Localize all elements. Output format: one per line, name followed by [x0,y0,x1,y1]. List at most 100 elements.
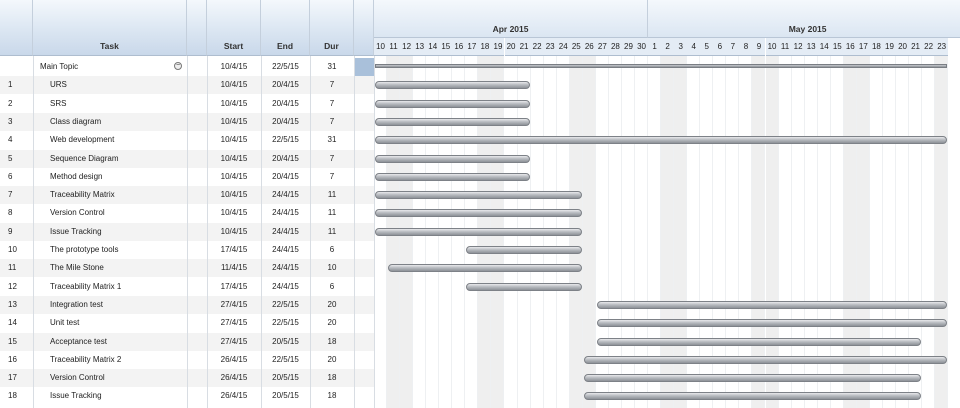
task-start[interactable]: 26/4/15 [207,387,261,405]
task-name[interactable]: Sequence Diagram [50,150,180,168]
task-start[interactable]: 17/4/15 [207,278,261,296]
task-bar[interactable] [596,319,948,328]
task-end[interactable]: 20/5/15 [261,387,310,405]
task-start[interactable]: 17/4/15 [207,241,261,259]
task-end[interactable]: 20/4/15 [261,76,310,94]
task-name[interactable]: Traceability Matrix 2 [50,351,180,369]
task-name[interactable]: Integration test [50,296,180,314]
task-name[interactable]: Issue Tracking [50,223,180,241]
task-bar[interactable] [375,136,948,145]
task-start[interactable]: 10/4/15 [207,95,261,113]
task-start[interactable]: 26/4/15 [207,351,261,369]
task-start[interactable]: 27/4/15 [207,333,261,351]
task-name[interactable]: Main Topic [40,58,170,76]
task-bar[interactable] [375,209,582,218]
task-end[interactable]: 24/4/15 [261,223,310,241]
task-bar[interactable] [583,355,948,364]
task-end[interactable]: 20/5/15 [261,333,310,351]
task-duration[interactable]: 11 [310,223,354,241]
task-duration[interactable]: 6 [310,278,354,296]
task-start[interactable]: 10/4/15 [207,131,261,149]
end-column-header[interactable]: End [261,0,310,56]
task-duration[interactable]: 20 [310,351,354,369]
task-duration[interactable]: 7 [310,113,354,131]
task-name[interactable]: URS [50,76,180,94]
task-name[interactable]: SRS [50,95,180,113]
task-bar[interactable] [375,81,530,90]
summary-bar[interactable] [375,64,948,68]
task-bar[interactable] [375,117,530,126]
start-column-header[interactable]: Start [207,0,261,56]
task-name[interactable]: Method design [50,168,180,186]
task-start[interactable]: 11/4/15 [207,259,261,277]
task-duration[interactable]: 10 [310,259,354,277]
task-start[interactable]: 10/4/15 [207,223,261,241]
task-duration[interactable]: 7 [310,95,354,113]
task-end[interactable]: 24/4/15 [261,186,310,204]
task-name[interactable]: Traceability Matrix 1 [50,278,180,296]
task-name[interactable]: Version Control [50,369,180,387]
task-name[interactable]: Acceptance test [50,333,180,351]
task-duration[interactable]: 31 [310,58,354,76]
task-bar[interactable] [466,246,582,254]
task-end[interactable]: 20/4/15 [261,95,310,113]
task-start[interactable]: 10/4/15 [207,150,261,168]
task-name[interactable]: The prototype tools [50,241,180,259]
task-bar[interactable] [375,227,582,236]
task-duration[interactable]: 18 [310,387,354,405]
task-duration[interactable]: 20 [310,314,354,332]
task-duration[interactable]: 7 [310,76,354,94]
task-end[interactable]: 24/4/15 [261,259,310,277]
task-bar[interactable] [375,99,530,108]
task-bar[interactable] [375,154,530,163]
task-bar[interactable] [466,282,582,291]
task-bar[interactable] [375,172,530,181]
task-name[interactable]: The Mile Stone [50,259,180,277]
task-name[interactable]: Class diagram [50,113,180,131]
task-start[interactable]: 10/4/15 [207,186,261,204]
task-start[interactable]: 10/4/15 [207,76,261,94]
task-end[interactable]: 20/4/15 [261,113,310,131]
task-duration[interactable]: 7 [310,150,354,168]
task-bar[interactable] [583,392,922,401]
task-column-header[interactable]: Task [33,0,187,56]
task-name[interactable]: Web development [50,131,180,149]
task-end[interactable]: 22/5/15 [261,314,310,332]
task-duration[interactable]: 11 [310,186,354,204]
task-name[interactable]: Issue Tracking [50,387,180,405]
task-end[interactable]: 22/5/15 [261,131,310,149]
task-name[interactable]: Unit test [50,314,180,332]
task-duration[interactable]: 18 [310,369,354,387]
task-duration[interactable]: 11 [310,204,354,222]
task-start[interactable]: 27/4/15 [207,296,261,314]
task-name[interactable]: Version Control [50,204,180,222]
task-bar[interactable] [388,264,582,273]
task-end[interactable]: 20/4/15 [261,150,310,168]
task-start[interactable]: 10/4/15 [207,204,261,222]
collapse-icon[interactable]: − [174,62,182,70]
task-end[interactable]: 24/4/15 [261,241,310,259]
task-end[interactable]: 22/5/15 [261,351,310,369]
task-bar[interactable] [596,337,922,346]
task-start[interactable]: 10/4/15 [207,58,261,76]
task-end[interactable]: 22/5/15 [261,296,310,314]
task-bar[interactable] [375,191,582,200]
task-duration[interactable]: 18 [310,333,354,351]
task-duration[interactable]: 6 [310,241,354,259]
task-end[interactable]: 20/5/15 [261,369,310,387]
task-end[interactable]: 24/4/15 [261,204,310,222]
task-duration[interactable]: 7 [310,168,354,186]
task-start[interactable]: 10/4/15 [207,113,261,131]
task-start[interactable]: 27/4/15 [207,314,261,332]
task-duration[interactable]: 20 [310,296,354,314]
task-bar[interactable] [596,300,948,309]
task-start[interactable]: 26/4/15 [207,369,261,387]
task-bar[interactable] [583,374,922,383]
task-start[interactable]: 10/4/15 [207,168,261,186]
task-end[interactable]: 20/4/15 [261,168,310,186]
task-name[interactable]: Traceability Matrix [50,186,180,204]
task-end[interactable]: 22/5/15 [261,58,310,76]
task-duration[interactable]: 31 [310,131,354,149]
dur-column-header[interactable]: Dur [310,0,354,56]
task-end[interactable]: 24/4/15 [261,278,310,296]
